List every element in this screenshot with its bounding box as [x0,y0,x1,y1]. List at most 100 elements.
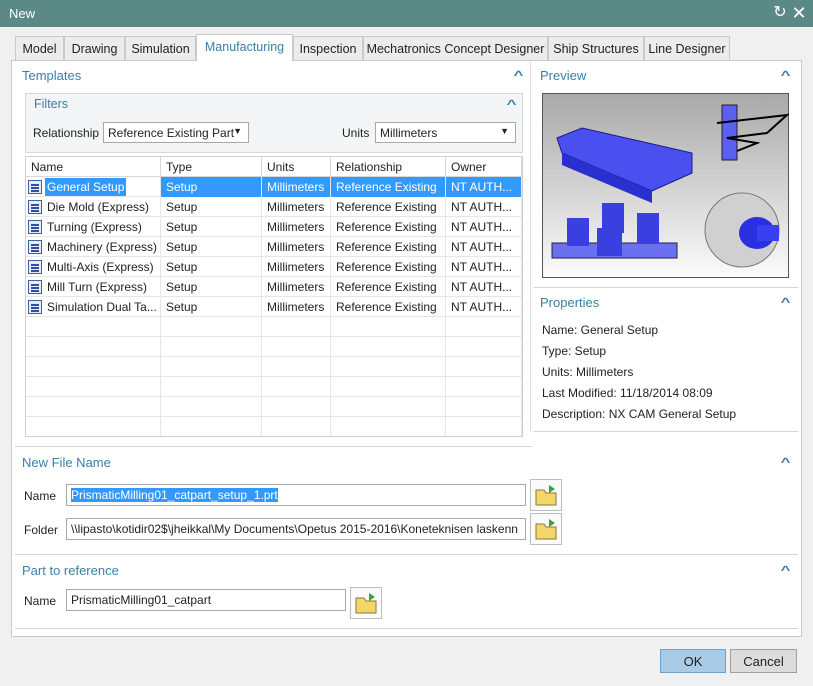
collapse-part-ref-icon[interactable]: ^ [781,563,791,577]
table-cell [446,317,522,337]
table-row[interactable] [26,417,522,436]
tab-ship-structures[interactable]: Ship Structures [548,36,644,61]
table-row[interactable]: General Setup Setup Millimeters Reference E… [26,177,522,197]
folder-input[interactable]: \\lipasto\kotidir02$\jheikkal\My Documen… [66,518,526,540]
browse-name-button[interactable] [530,479,562,511]
tab-mechatronics[interactable]: Mechatronics Concept Designer [363,36,548,61]
table-cell [161,337,262,357]
table-cell [262,417,331,436]
template-icon [28,180,42,194]
table-row[interactable] [26,317,522,337]
template-icon [28,200,42,214]
collapse-templates-icon[interactable]: ^ [514,68,524,82]
table-row[interactable]: Turning (Express) Setup Millimeters Referen… [26,217,522,237]
tab-drawing[interactable]: Drawing [64,36,125,61]
reset-icon[interactable]: ↻ [771,4,789,22]
table-row[interactable]: Machinery (Express) Setup Millimeters Refer… [26,237,522,257]
part-reference-input[interactable]: PrismaticMilling01_catpart [66,589,346,611]
template-name: Die Mold (Express) [47,200,150,214]
table-cell: Reference Existing [331,277,446,297]
tab-simulation[interactable]: Simulation [125,36,196,61]
close-icon[interactable]: ✕ [790,4,808,22]
property-last-modified: Last Modified: 11/18/2014 08:09 [542,386,713,400]
table-cell: Setup [161,177,262,197]
filters-title: Filters [34,97,69,111]
table-row[interactable]: Mill Turn (Express) Setup Millimeters Refer… [26,277,522,297]
table-cell: Reference Existing [331,257,446,277]
column-header-name[interactable]: Name [26,157,161,177]
template-name: Simulation Dual Ta... [47,300,157,314]
table-cell: Mill Turn (Express) [26,277,161,297]
units-select[interactable]: Millimeters ▼ [375,122,516,143]
tab-model[interactable]: Model [15,36,64,61]
preview-title: Preview [540,68,587,83]
template-name: Multi-Axis (Express) [47,260,154,274]
collapse-properties-icon[interactable]: ^ [781,295,791,309]
name-label: Name [24,489,57,503]
template-name: Machinery (Express) [47,240,158,254]
property-units: Units: Millimeters [542,365,634,379]
table-row[interactable]: Simulation Dual Ta... Setup Millimeters Ref… [26,297,522,317]
template-name: Mill Turn (Express) [47,280,148,294]
table-cell: Setup [161,297,262,317]
table-row[interactable] [26,337,522,357]
divider [15,554,798,555]
table-row[interactable]: Multi-Axis (Express) Setup Millimeters Refe… [26,257,522,277]
templates-title: Templates [22,68,82,83]
chevron-down-icon: ▼ [500,126,509,136]
table-cell: Millimeters [262,297,331,317]
collapse-preview-icon[interactable]: ^ [781,68,791,82]
table-cell [331,377,446,397]
divider [530,62,531,432]
table-cell [262,337,331,357]
tab-manufacturing[interactable]: Manufacturing [196,34,293,61]
table-cell [331,417,446,436]
tab-line-designer[interactable]: Line Designer [644,36,730,61]
table-cell: Millimeters [262,237,331,257]
table-cell [26,317,161,337]
table-cell: General Setup [26,177,161,197]
new-file-name-input[interactable]: PrismaticMilling01_catpart_setup_1.prt [66,484,526,506]
browse-part-button[interactable] [350,587,382,619]
templates-table: Name Type Units Relationship Owner General Se… [25,156,523,437]
units-value: Millimeters [380,126,438,140]
folder-icon [535,485,557,506]
table-row[interactable]: Die Mold (Express) Setup Millimeters Refere… [26,197,522,217]
column-header-owner[interactable]: Owner [446,157,522,177]
table-cell: Millimeters [262,257,331,277]
table-cell: Reference Existing [331,297,446,317]
table-cell: Setup [161,277,262,297]
cancel-button[interactable]: Cancel [730,649,797,673]
template-name: General Setup [45,178,127,196]
table-row[interactable] [26,357,522,377]
column-header-relationship[interactable]: Relationship [331,157,446,177]
table-row[interactable] [26,377,522,397]
table-cell: Setup [161,217,262,237]
table-cell [26,417,161,436]
column-header-type[interactable]: Type [161,157,262,177]
table-cell: NT AUTH... [446,197,522,217]
table-cell: Simulation Dual Ta... [26,297,161,317]
tab-inspection[interactable]: Inspection [293,36,363,61]
table-cell: NT AUTH... [446,277,522,297]
ok-button[interactable]: OK [660,649,726,673]
property-type: Type: Setup [542,344,607,358]
folder-icon [535,519,557,540]
template-icon [28,240,42,254]
divider [15,446,532,447]
relationship-select[interactable]: Reference Existing Part ▼ [103,122,249,143]
filters-group: Filters ^ Relationship Reference Existin… [25,93,523,153]
table-cell: Millimeters [262,277,331,297]
column-header-units[interactable]: Units [262,157,331,177]
table-cell [161,397,262,417]
table-cell [262,317,331,337]
collapse-filters-icon[interactable]: ^ [507,97,517,111]
table-cell: NT AUTH... [446,177,522,197]
template-icon [28,220,42,234]
browse-folder-button[interactable] [530,513,562,545]
table-cell [446,337,522,357]
collapse-new-file-icon[interactable]: ^ [781,455,791,469]
table-cell [26,397,161,417]
chevron-down-icon: ▼ [233,126,242,136]
table-row[interactable] [26,397,522,417]
